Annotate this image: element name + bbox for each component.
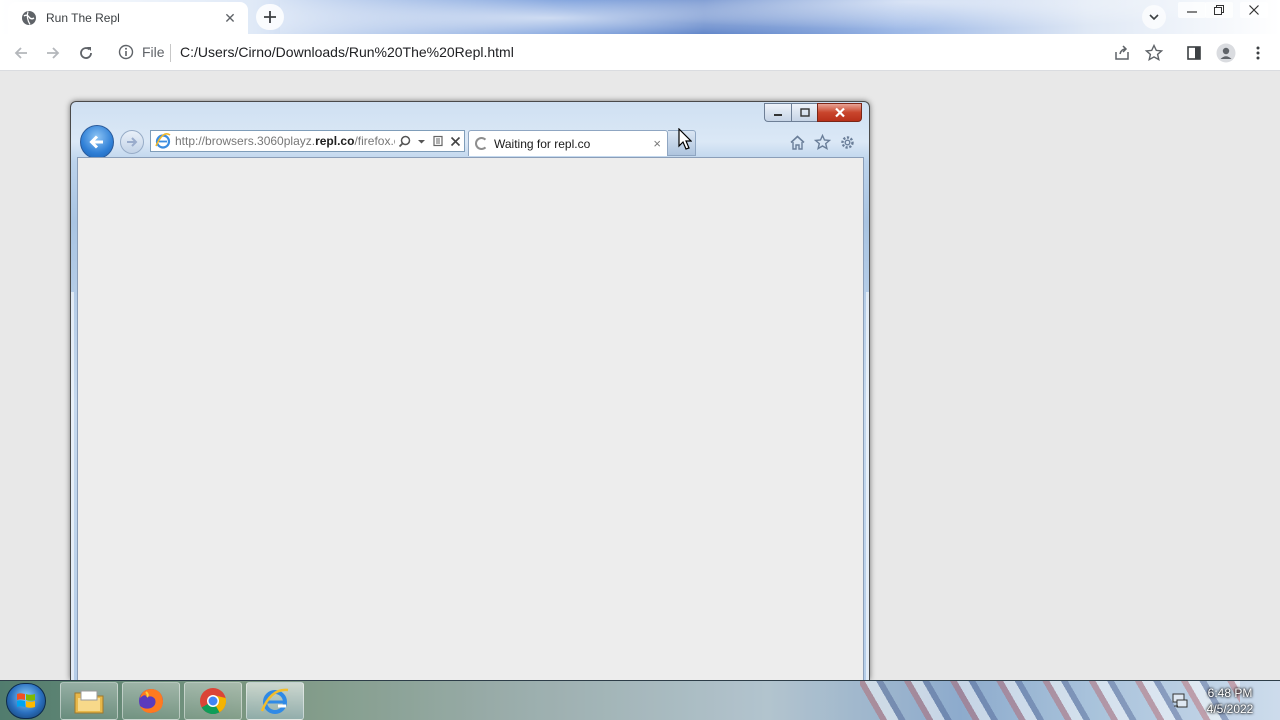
clock-date: 4/5/2022 <box>1206 702 1254 716</box>
chrome-icon <box>200 688 227 715</box>
star-icon[interactable] <box>813 133 832 152</box>
profile-button[interactable] <box>1213 40 1239 66</box>
ie-tab-close-icon[interactable]: × <box>653 136 661 151</box>
ie-back-button[interactable] <box>80 125 114 159</box>
restore-button[interactable] <box>1205 2 1233 18</box>
taskbar-firefox[interactable] <box>122 682 180 720</box>
search-button[interactable] <box>396 133 412 149</box>
new-tab-button[interactable] <box>256 4 284 30</box>
omnibox-divider <box>170 44 171 62</box>
ie-maximize-button[interactable] <box>791 103 817 122</box>
taskbar: 6:48 PM 4/5/2022 <box>0 680 1280 720</box>
mouse-cursor-icon <box>678 128 692 150</box>
start-button[interactable] <box>6 683 46 719</box>
ie-tab-waiting[interactable]: Waiting for repl.co × <box>468 130 668 156</box>
restore-icon <box>1214 5 1224 15</box>
chrome-tab-strip: Run The Repl ✕ <box>0 0 1280 34</box>
arrow-right-icon <box>47 47 60 59</box>
back-button[interactable] <box>8 40 34 66</box>
ie-window-left-edge <box>71 292 74 680</box>
close-window-button[interactable] <box>1240 2 1268 18</box>
close-tab-icon[interactable]: ✕ <box>222 10 238 26</box>
stop-button[interactable] <box>447 133 463 149</box>
compatibility-view-icon <box>433 135 443 147</box>
bookmark-star-icon[interactable] <box>1144 43 1164 63</box>
taskbar-clock[interactable]: 6:48 PM 4/5/2022 <box>1196 685 1264 717</box>
minimize-icon <box>774 113 782 116</box>
reload-button[interactable] <box>73 40 99 66</box>
loading-spinner-icon <box>475 137 488 150</box>
ie-address-bar[interactable]: http://browsers.3060playz.repl.co/firefo… <box>150 130 465 152</box>
file-explorer-icon <box>74 690 104 714</box>
omnibox[interactable]: File C:/Users/Cirno/Downloads/Run%20The%… <box>108 37 1174 68</box>
file-scheme-label: File <box>142 44 165 60</box>
chrome-tab-title: Run The Repl <box>46 11 120 25</box>
firefox-icon <box>139 689 163 713</box>
taskbar-internet-explorer[interactable] <box>246 682 304 720</box>
ie-forward-button[interactable] <box>120 130 144 154</box>
arrow-left-icon <box>14 47 27 59</box>
windows-logo-icon <box>17 693 35 708</box>
kebab-menu-icon <box>1256 46 1260 60</box>
side-panel-button[interactable] <box>1181 40 1207 66</box>
ie-minimize-button[interactable] <box>764 103 791 122</box>
compatibility-view-button[interactable] <box>430 133 446 149</box>
reload-icon <box>80 47 92 59</box>
internet-explorer-icon <box>155 133 171 149</box>
internet-explorer-icon <box>260 688 289 714</box>
chevron-down-icon <box>417 139 425 143</box>
info-icon[interactable] <box>118 44 134 60</box>
close-icon <box>1249 5 1259 15</box>
ie-page-content[interactable] <box>77 157 864 680</box>
search-icon <box>398 135 410 147</box>
ie-address-url[interactable]: http://browsers.3060playz.repl.co/firefo… <box>175 134 395 148</box>
globe-icon <box>22 11 36 25</box>
home-icon[interactable] <box>788 133 807 152</box>
chrome-menu-button[interactable] <box>1245 40 1271 66</box>
ie-window: http://browsers.3060playz.repl.co/firefo… <box>70 101 870 680</box>
close-icon <box>834 107 845 118</box>
tab-search-button[interactable] <box>1142 5 1166 29</box>
side-panel-icon <box>1187 46 1201 60</box>
ie-caption-buttons <box>764 103 862 122</box>
minimize-icon <box>1187 11 1197 13</box>
avatar-icon <box>1216 43 1236 63</box>
ie-window-right-edge <box>866 292 869 680</box>
share-icon[interactable] <box>1112 43 1132 63</box>
omnibox-url[interactable]: C:/Users/Cirno/Downloads/Run%20The%20Rep… <box>180 44 514 60</box>
forward-button[interactable] <box>40 40 66 66</box>
ie-command-icons <box>788 133 857 152</box>
plus-icon <box>264 11 276 23</box>
taskbar-file-explorer[interactable] <box>60 682 118 720</box>
ie-close-button[interactable] <box>817 103 862 122</box>
chrome-tab-run-the-repl[interactable]: Run The Repl ✕ <box>8 2 248 34</box>
chrome-toolbar: File C:/Users/Cirno/Downloads/Run%20The%… <box>0 34 1280 71</box>
network-icon[interactable] <box>1171 692 1189 710</box>
address-dropdown-button[interactable] <box>413 133 429 149</box>
taskbar-chrome[interactable] <box>184 682 242 720</box>
clock-time: 6:48 PM <box>1207 686 1253 700</box>
minimize-button[interactable] <box>1178 2 1206 18</box>
ie-tab-title: Waiting for repl.co <box>494 136 591 151</box>
chevron-down-icon <box>1149 14 1159 21</box>
gear-icon[interactable] <box>838 133 857 152</box>
close-icon <box>450 136 460 146</box>
arrow-left-icon <box>89 135 103 149</box>
arrow-right-icon <box>127 137 138 147</box>
maximize-icon <box>799 108 810 117</box>
